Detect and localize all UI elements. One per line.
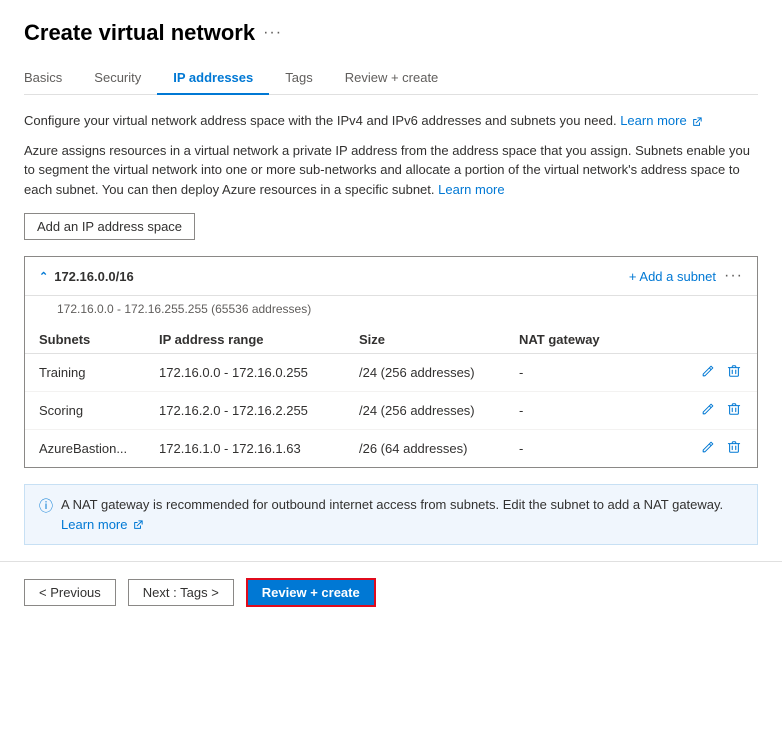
learn-more-link-2[interactable]: Learn more (438, 182, 504, 197)
tab-basics[interactable]: Basics (24, 62, 78, 95)
edit-azurebastion-button[interactable] (699, 438, 717, 459)
subnet-table: Subnets IP address range Size NAT gatewa… (25, 326, 757, 467)
col-header-ip-range: IP address range (145, 326, 345, 354)
ip-range-description: 172.16.0.0 - 172.16.255.255 (65536 addre… (25, 296, 757, 326)
edit-scoring-button[interactable] (699, 400, 717, 421)
ip-space-cidr: 172.16.0.0/16 (54, 269, 134, 284)
col-header-subnets: Subnets (25, 326, 145, 354)
ip-space-actions: + Add a subnet ··· (629, 267, 743, 285)
ip-space-more-button[interactable]: ··· (724, 267, 743, 285)
review-create-button[interactable]: Review + create (246, 578, 376, 607)
chevron-up-icon: ⌃ (39, 270, 48, 283)
title-ellipsis-button[interactable]: ··· (263, 24, 282, 42)
subnet-nat-training: - (505, 354, 625, 392)
external-link-icon-1 (692, 117, 702, 127)
footer: < Previous Next : Tags > Review + create (0, 562, 782, 623)
next-tags-button[interactable]: Next : Tags > (128, 579, 234, 606)
subnet-name-azurebastion[interactable]: AzureBastion... (25, 430, 145, 468)
info-icon: ⓘ (39, 496, 53, 517)
subnet-size-azurebastion: /26 (64 addresses) (345, 430, 505, 468)
tab-tags[interactable]: Tags (269, 62, 328, 95)
subnet-actions-training (625, 354, 757, 392)
subnet-name-scoring[interactable]: Scoring (25, 392, 145, 430)
nat-info-text: A NAT gateway is recommended for outboun… (61, 495, 743, 534)
subnet-size-training: /24 (256 addresses) (345, 354, 505, 392)
tab-bar: Basics Security IP addresses Tags Review… (24, 62, 758, 95)
subnet-actions-azurebastion (625, 430, 757, 468)
subnet-ip-range-scoring: 172.16.2.0 - 172.16.2.255 (145, 392, 345, 430)
table-row: AzureBastion... 172.16.1.0 - 172.16.1.63… (25, 430, 757, 468)
description-1: Configure your virtual network address s… (24, 111, 758, 131)
subnet-actions-scoring (625, 392, 757, 430)
table-row: Scoring 172.16.2.0 - 172.16.2.255 /24 (2… (25, 392, 757, 430)
col-header-actions (625, 326, 757, 354)
nat-info-box: ⓘ A NAT gateway is recommended for outbo… (24, 484, 758, 545)
delete-scoring-button[interactable] (725, 400, 743, 421)
table-header-row: Subnets IP address range Size NAT gatewa… (25, 326, 757, 354)
external-link-icon-nat (133, 520, 143, 530)
add-subnet-button[interactable]: + Add a subnet (629, 269, 716, 284)
tab-ip-addresses[interactable]: IP addresses (157, 62, 269, 95)
col-header-nat: NAT gateway (505, 326, 625, 354)
delete-training-button[interactable] (725, 362, 743, 383)
nat-learn-more-link[interactable]: Learn more (61, 517, 143, 532)
page-title: Create virtual network (24, 20, 255, 46)
subnet-nat-azurebastion: - (505, 430, 625, 468)
ip-space-box: ⌃ 172.16.0.0/16 + Add a subnet ··· 172.1… (24, 256, 758, 468)
subnet-name-training[interactable]: Training (25, 354, 145, 392)
subnet-ip-range-azurebastion: 172.16.1.0 - 172.16.1.63 (145, 430, 345, 468)
tab-security[interactable]: Security (78, 62, 157, 95)
tab-review-create[interactable]: Review + create (329, 62, 455, 95)
table-row: Training 172.16.0.0 - 172.16.0.255 /24 (… (25, 354, 757, 392)
ip-space-header: ⌃ 172.16.0.0/16 + Add a subnet ··· (25, 257, 757, 296)
col-header-size: Size (345, 326, 505, 354)
learn-more-link-1[interactable]: Learn more (620, 113, 702, 128)
subnet-nat-scoring: - (505, 392, 625, 430)
subnet-size-scoring: /24 (256 addresses) (345, 392, 505, 430)
add-ip-address-space-button[interactable]: Add an IP address space (24, 213, 195, 240)
previous-button[interactable]: < Previous (24, 579, 116, 606)
ip-space-title: ⌃ 172.16.0.0/16 (39, 269, 134, 284)
subnet-ip-range-training: 172.16.0.0 - 172.16.0.255 (145, 354, 345, 392)
edit-training-button[interactable] (699, 362, 717, 383)
delete-azurebastion-button[interactable] (725, 438, 743, 459)
description-2: Azure assigns resources in a virtual net… (24, 141, 758, 200)
